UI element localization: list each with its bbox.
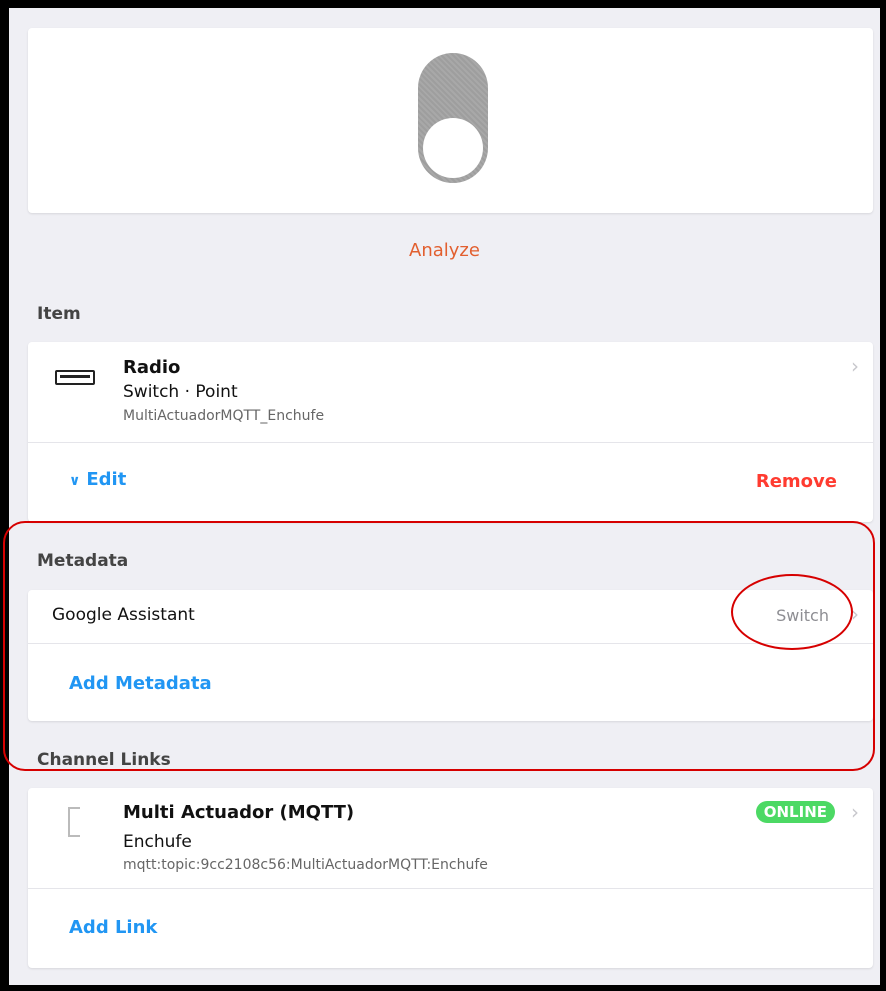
- item-label: Radio: [123, 357, 181, 378]
- item-type: Switch · Point: [123, 382, 238, 402]
- item-row[interactable]: Radio Switch · Point MultiActuadorMQTT_E…: [28, 342, 873, 442]
- channel-link-row[interactable]: Multi Actuador (MQTT) Enchufe mqtt:topic…: [28, 788, 873, 888]
- add-link-button[interactable]: Add Link: [69, 917, 157, 938]
- item-section-title: Item: [37, 304, 81, 324]
- divider: [28, 442, 873, 443]
- item-details-page: Analyze Item Radio Switch · Point MultiA…: [9, 8, 880, 985]
- chevron-right-icon: ›: [851, 602, 859, 626]
- switch-knob: [423, 118, 483, 178]
- metadata-row-google-assistant[interactable]: Google Assistant Switch ›: [28, 590, 873, 643]
- channel-links-section-title: Channel Links: [37, 750, 171, 770]
- metadata-label: Google Assistant: [52, 605, 195, 625]
- metadata-section-title: Metadata: [37, 551, 129, 571]
- chevron-right-icon: ›: [851, 354, 859, 378]
- divider: [28, 643, 873, 644]
- metadata-value: Switch: [776, 606, 829, 625]
- divider: [28, 888, 873, 889]
- switch-toggle[interactable]: [418, 53, 488, 183]
- channel-links-card: Multi Actuador (MQTT) Enchufe mqtt:topic…: [28, 788, 873, 968]
- add-metadata-button[interactable]: Add Metadata: [69, 673, 212, 694]
- status-badge: ONLINE: [755, 801, 835, 823]
- chevron-down-icon: ∨: [69, 473, 81, 489]
- channel-thing-label: Multi Actuador (MQTT): [123, 802, 355, 823]
- state-card: [28, 28, 873, 213]
- analyze-button[interactable]: Analyze: [9, 240, 880, 261]
- chevron-right-icon: ›: [851, 800, 859, 824]
- channel-label: Enchufe: [123, 832, 192, 852]
- remove-button[interactable]: Remove: [756, 471, 837, 492]
- channel-uid: mqtt:topic:9cc2108c56:MultiActuadorMQTT:…: [123, 857, 488, 873]
- item-name: MultiActuadorMQTT_Enchufe: [123, 408, 325, 424]
- channel-icon: [68, 807, 84, 837]
- item-card: Radio Switch · Point MultiActuadorMQTT_E…: [28, 342, 873, 522]
- edit-button[interactable]: ∨ Edit: [69, 469, 126, 490]
- metadata-card: Google Assistant Switch › Add Metadata: [28, 590, 873, 721]
- radio-icon: [55, 370, 95, 385]
